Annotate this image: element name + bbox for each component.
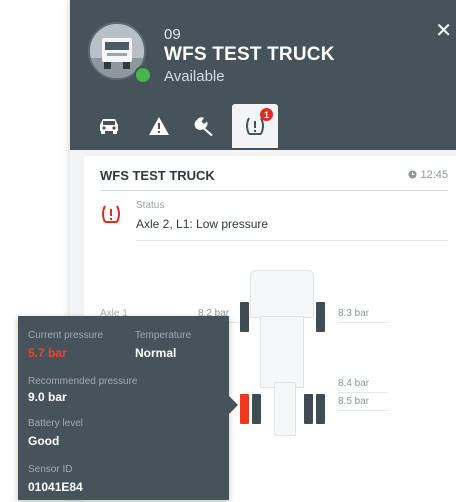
- vehicle-status: Available: [164, 68, 225, 85]
- tab-warnings[interactable]: [136, 104, 182, 148]
- card-time-text: 12:45: [420, 169, 448, 181]
- axle-2-right-pressure-1: 8.4 bar: [338, 378, 370, 389]
- temperature-value: Normal: [135, 346, 177, 360]
- sensor-id-value: 01041E84: [28, 480, 83, 494]
- close-icon[interactable]: ✕: [435, 18, 452, 43]
- tire-details-tooltip: Current pressure 5.7 bar Temperature Nor…: [18, 316, 229, 500]
- status-label: Status: [136, 200, 165, 211]
- truck-trailer-coupling: [274, 382, 296, 436]
- current-pressure-value: 5.7 bar: [28, 346, 67, 360]
- alert-count-badge: 1: [260, 108, 273, 121]
- vehicle-number: 09: [164, 26, 181, 43]
- vehicle-name: WFS TEST TRUCK: [164, 44, 335, 65]
- status-value: Axle 2, L1: Low pressure: [136, 217, 269, 231]
- axle-1-right-rule: [338, 322, 388, 323]
- recommended-pressure-value: 9.0 bar: [28, 390, 67, 404]
- tooltip-pointer: [229, 396, 238, 414]
- tab-vehicle[interactable]: [86, 104, 132, 148]
- truck-icon: [100, 119, 118, 134]
- axle-2-right-rule-1: [338, 392, 388, 393]
- tire-axle2-right-outer[interactable]: [316, 394, 325, 424]
- tire-axle1-right[interactable]: [316, 302, 325, 332]
- card-title: WFS TEST TRUCK: [100, 168, 215, 183]
- wrench-icon: [194, 117, 213, 136]
- sensor-id-label: Sensor ID: [28, 464, 73, 475]
- tire-axle2-left-inner[interactable]: [252, 394, 261, 424]
- card-timestamp: 12:45: [408, 169, 448, 181]
- warning-icon: [149, 117, 169, 135]
- tab-tire-pressure[interactable]: 1: [232, 104, 278, 148]
- tire-warning-icon: [100, 204, 122, 229]
- tire-axle1-left[interactable]: [240, 302, 249, 332]
- availability-dot: [134, 66, 152, 84]
- tab-maintenance[interactable]: [182, 104, 228, 148]
- card-divider: [100, 190, 448, 191]
- axle-1-right-pressure: 8.3 bar: [338, 308, 370, 319]
- axle-2-right-pressure-2: 8.5 bar: [338, 396, 370, 407]
- battery-level-value: Good: [28, 434, 60, 448]
- battery-level-label: Battery level: [28, 418, 84, 429]
- tire-axle2-left-outer[interactable]: [240, 394, 249, 424]
- status-divider: [136, 240, 448, 241]
- recommended-pressure-label: Recommended pressure: [28, 376, 138, 387]
- truck-chassis: [260, 316, 304, 388]
- vehicle-header: 09 WFS TEST TRUCK Available ✕ 1: [70, 0, 456, 150]
- tire-axle2-right-inner[interactable]: [304, 394, 313, 424]
- temperature-label: Temperature: [135, 330, 192, 341]
- axle-2-right-rule-2: [338, 410, 388, 411]
- truck-cab: [250, 270, 314, 318]
- clock-icon: [408, 170, 417, 179]
- current-pressure-label: Current pressure: [28, 330, 104, 341]
